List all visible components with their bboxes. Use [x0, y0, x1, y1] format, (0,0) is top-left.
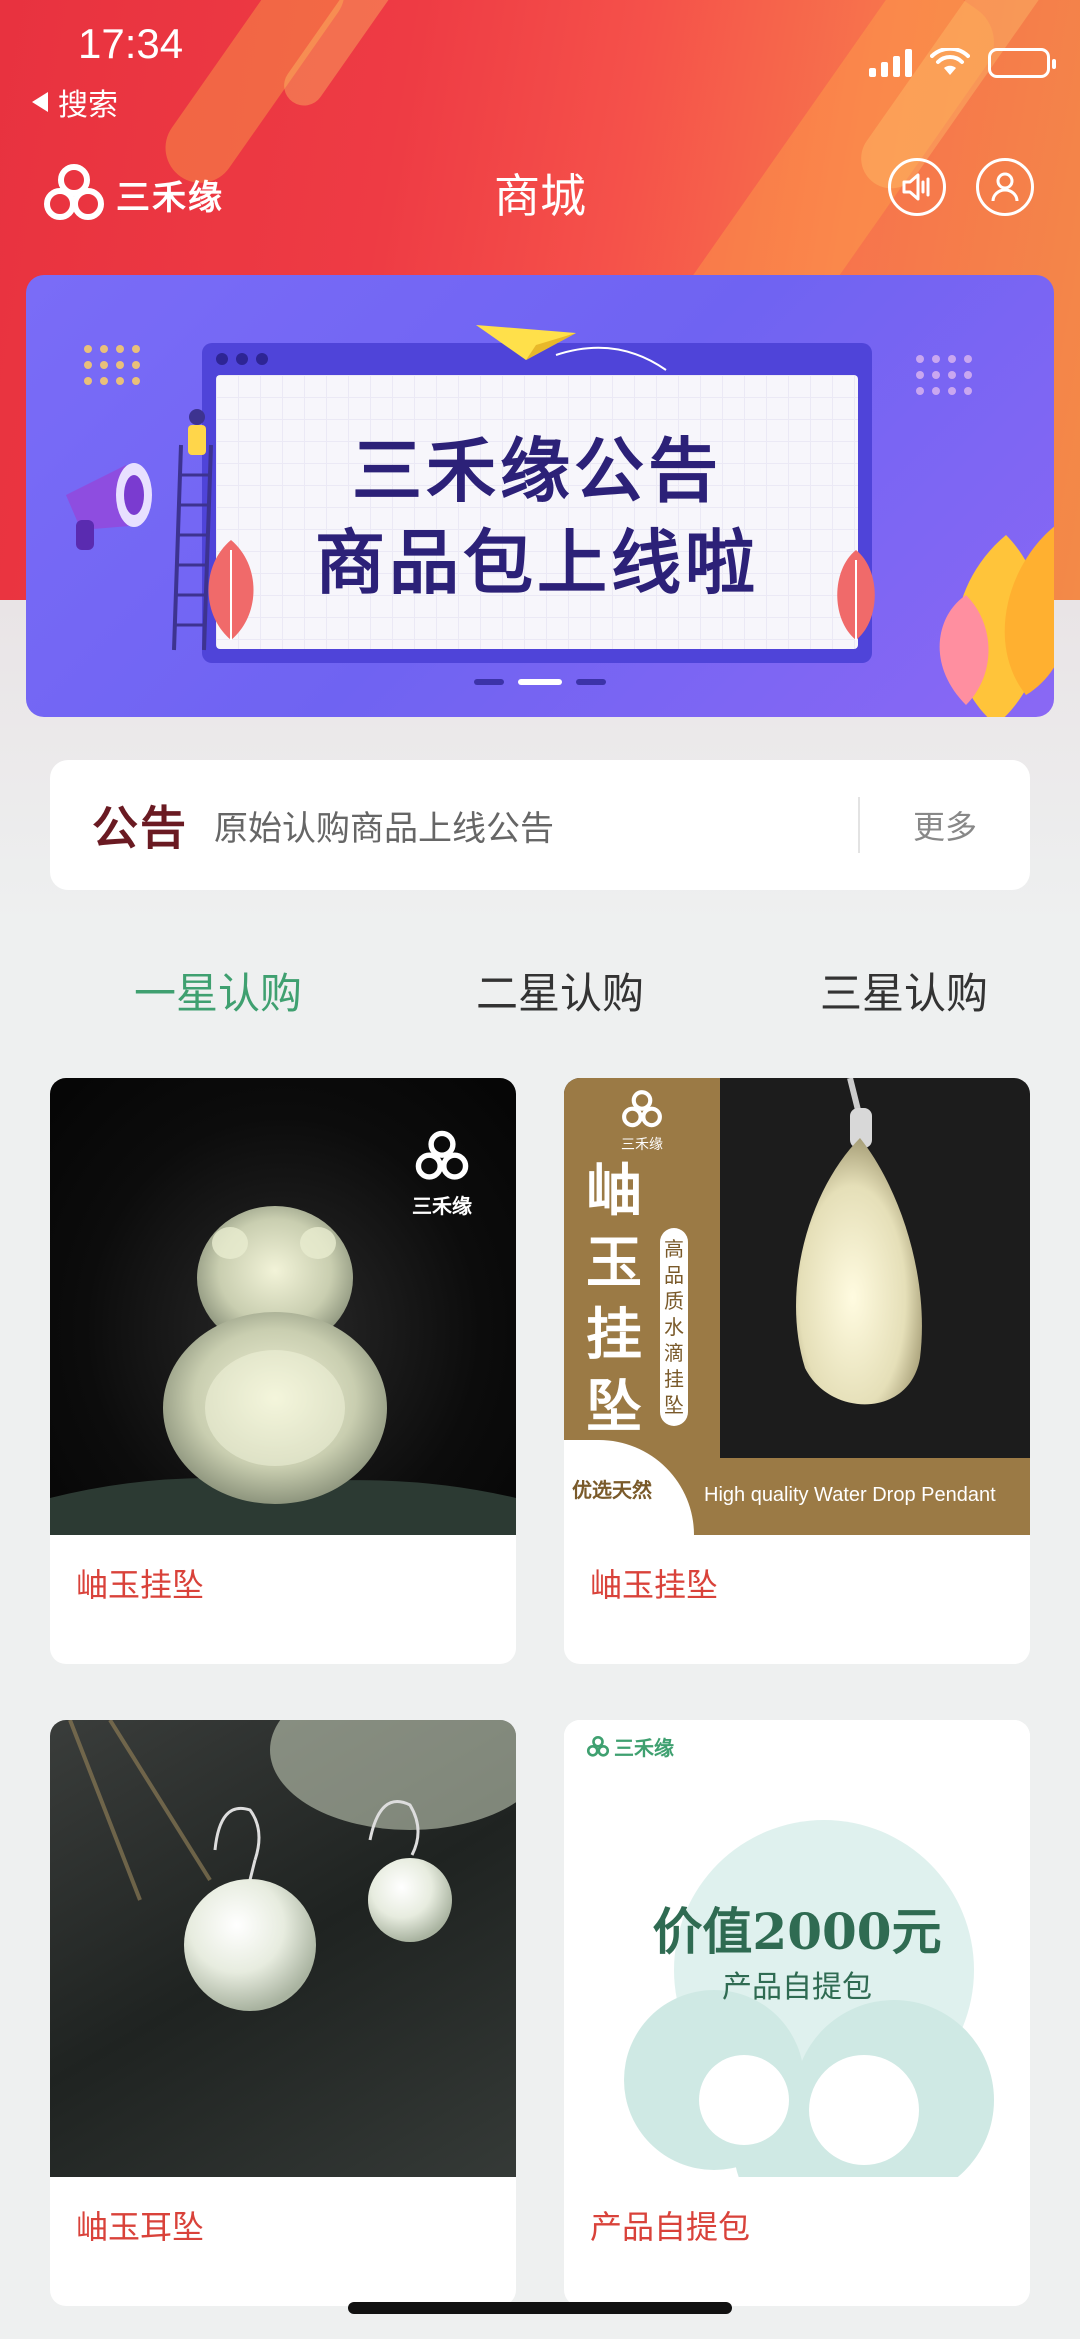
- pendant-caption-bar: 优选天然 High quality Water Drop Pendant: [564, 1440, 1030, 1535]
- product-logo-text: 三禾缘: [412, 1194, 472, 1218]
- brand-logo-icon: [415, 1130, 469, 1180]
- pendant-title: 岫玉挂坠: [586, 1159, 642, 1440]
- system-icons: [869, 48, 1056, 78]
- product-card[interactable]: 岫玉耳坠: [50, 1720, 516, 2306]
- product-image[interactable]: 三禾缘: [50, 1078, 516, 1535]
- notice-text[interactable]: 原始认购商品上线公告: [214, 801, 858, 850]
- jade-earrings-image: [68, 1720, 516, 2011]
- home-indicator[interactable]: [348, 2302, 732, 2314]
- product-image[interactable]: 三禾缘 岫玉挂坠 高品质水滴挂坠 优选天然 High quality Water…: [564, 1078, 1030, 1535]
- battery-icon: [988, 48, 1056, 78]
- banner-headline: 三禾缘公告: [352, 430, 722, 512]
- product-image[interactable]: [50, 1720, 516, 2177]
- product-card[interactable]: 三禾缘 岫玉挂坠 高品质水滴挂坠 优选天然 High quality Water…: [564, 1078, 1030, 1664]
- back-to-search-button[interactable]: 搜索: [32, 80, 118, 124]
- announcement-button[interactable]: [888, 158, 946, 216]
- pendant-caption: High quality Water Drop Pendant: [704, 1484, 996, 1506]
- banner-pager-dot-active[interactable]: [518, 679, 562, 685]
- cellular-signal-icon: [869, 49, 912, 77]
- wifi-icon: [930, 48, 970, 75]
- megaphone-icon: [66, 463, 152, 550]
- paper-plane-icon: [476, 325, 667, 371]
- leaf-decor-left-icon: [208, 540, 254, 640]
- package-subhead: 产品自提包: [722, 1970, 872, 2005]
- pendant-title-panel: 三禾缘 岫玉挂坠 高品质水滴挂坠: [564, 1078, 720, 1468]
- pendant-subtitle: 高品质水滴挂坠: [660, 1228, 688, 1426]
- banner-pager: [26, 679, 1054, 685]
- banner-pager-dot[interactable]: [474, 679, 504, 685]
- back-arrow-icon: [32, 92, 48, 112]
- package-headline: 价值2000元: [652, 1902, 942, 1961]
- package-logo: 三禾缘: [586, 1732, 674, 1761]
- pendant-logo-text: 三禾缘: [621, 1137, 663, 1153]
- category-tabs: 一星认购 二星认购 三星认购: [0, 960, 1080, 1030]
- tab-one-star[interactable]: 一星认购: [38, 960, 398, 1021]
- board-surface: 三禾缘公告 商品包上线啦: [216, 375, 858, 649]
- brand-logo-icon: [622, 1090, 662, 1128]
- decor-dots-left: [84, 345, 140, 385]
- product-name[interactable]: 产品自提包: [590, 2202, 750, 2248]
- notice-bar[interactable]: 公告 原始认购商品上线公告 更多: [50, 760, 1030, 890]
- promo-banner[interactable]: 三禾缘公告 商品包上线啦: [26, 275, 1054, 717]
- speaker-icon: [902, 173, 930, 201]
- announcement-board: 三禾缘公告 商品包上线啦: [202, 343, 872, 663]
- user-icon: [991, 172, 1019, 202]
- tab-two-star[interactable]: 二星认购: [380, 960, 740, 1021]
- notice-tag: 公告: [92, 801, 188, 855]
- water-drop-pendant-image: [796, 1078, 922, 1405]
- banner-subheadline: 商品包上线啦: [315, 522, 759, 604]
- status-bar: 17:34 搜索: [0, 0, 1080, 130]
- package-logo-text: 三禾缘: [614, 1736, 674, 1760]
- notice-more-link[interactable]: 更多: [860, 802, 1030, 848]
- decor-dots-right: [916, 355, 972, 395]
- back-label: 搜索: [58, 88, 118, 123]
- product-card[interactable]: 三禾缘 价值2000元 产品自提包 产品自提包: [564, 1720, 1030, 2306]
- board-window-dots: [216, 353, 268, 365]
- status-time: 17:34: [78, 20, 184, 67]
- user-profile-button[interactable]: [976, 158, 1034, 216]
- product-card[interactable]: 三禾缘 岫玉挂坠: [50, 1078, 516, 1664]
- product-name[interactable]: 岫玉挂坠: [590, 1560, 718, 1606]
- tab-three-star[interactable]: 三星认购: [724, 960, 1080, 1021]
- leaf-decor-right-icon: [837, 550, 875, 640]
- banner-pager-dot[interactable]: [576, 679, 606, 685]
- product-name[interactable]: 岫玉耳坠: [76, 2202, 204, 2248]
- product-image[interactable]: 三禾缘 价值2000元 产品自提包: [564, 1720, 1030, 2177]
- product-logo-watermark: 三禾缘: [402, 1128, 482, 1219]
- brand-logo-icon: [586, 1735, 610, 1757]
- product-name[interactable]: 岫玉挂坠: [76, 1560, 204, 1606]
- top-navigation: 三禾缘 商城: [0, 140, 1080, 240]
